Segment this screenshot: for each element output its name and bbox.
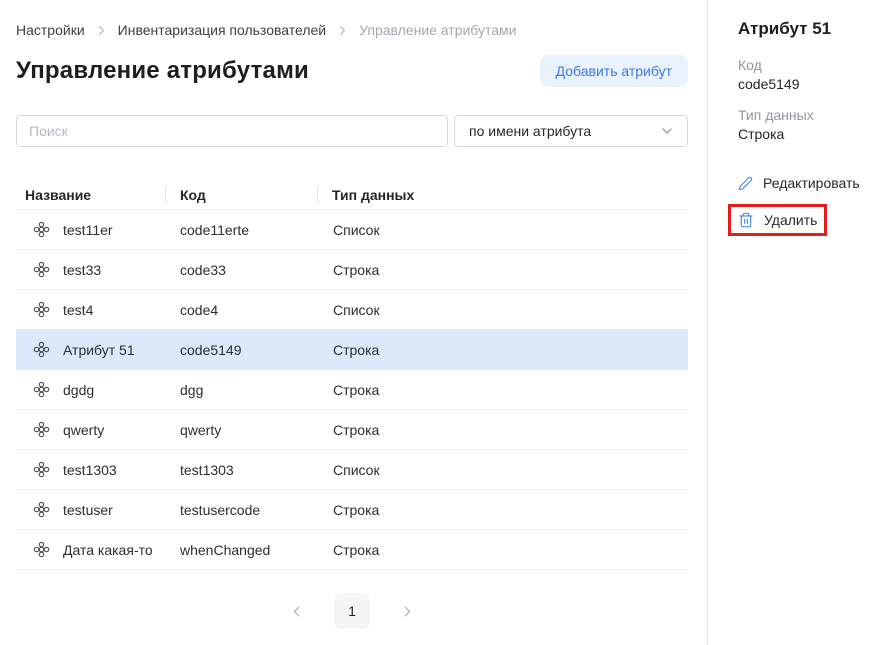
attribute-code-cell: qwerty [165, 422, 317, 438]
column-header-type: Тип данных [317, 180, 688, 209]
attribute-name: test4 [63, 302, 93, 318]
details-field-label-type: Тип данных [738, 107, 867, 123]
table-row[interactable]: testuser testusercode Строка [16, 490, 688, 530]
next-page-button[interactable] [399, 603, 416, 620]
attribute-type-cell: Список [317, 302, 688, 318]
attribute-name-cell: Дата какая-то [16, 541, 165, 558]
attribute-name-cell: test33 [16, 261, 165, 278]
page-header: Управление атрибутами Добавить атрибут [16, 55, 688, 87]
table-row[interactable]: dgdg dgg Строка [16, 370, 688, 410]
details-panel: Атрибут 51 Код code5149 Тип данных Строк… [707, 0, 877, 645]
attribute-type-cell: Список [317, 462, 688, 478]
attribute-name-cell: testuser [16, 501, 165, 518]
attribute-type-cell: Строка [317, 262, 688, 278]
page-title: Управление атрибутами [16, 57, 309, 85]
attributes-table: Название Код Тип данных test11er code11e… [16, 180, 688, 570]
attribute-icon [33, 381, 50, 398]
details-field-value-code: code5149 [738, 76, 867, 92]
attribute-name: Атрибут 51 [63, 342, 135, 358]
attribute-type-cell: Строка [317, 382, 688, 398]
attribute-name: dgdg [63, 382, 94, 398]
attribute-icon [33, 221, 50, 238]
delete-attribute-button[interactable]: Удалить [738, 212, 817, 228]
add-attribute-button[interactable]: Добавить атрибут [540, 55, 688, 87]
table-row[interactable]: test11er code11erte Список [16, 210, 688, 250]
main-content: Настройки Инвентаризация пользователей У… [0, 0, 707, 645]
attribute-type-cell: Строка [317, 342, 688, 358]
attribute-code-cell: dgg [165, 382, 317, 398]
table-row[interactable]: test4 code4 Список [16, 290, 688, 330]
previous-page-button[interactable] [288, 603, 305, 620]
attribute-type-cell: Строка [317, 502, 688, 518]
attribute-code-cell: code11erte [165, 222, 317, 238]
attribute-icon [33, 461, 50, 478]
attribute-name-cell: dgdg [16, 381, 165, 398]
attribute-name: test1303 [63, 462, 117, 478]
attribute-code-cell: test1303 [165, 462, 317, 478]
attribute-type-cell: Строка [317, 542, 688, 558]
table-row[interactable]: Дата какая-то whenChanged Строка [16, 530, 688, 570]
attribute-code-cell: testusercode [165, 502, 317, 518]
details-field-label-code: Код [738, 57, 867, 73]
details-title: Атрибут 51 [738, 19, 867, 39]
attribute-name: Дата какая-то [63, 542, 153, 558]
attribute-code-cell: whenChanged [165, 542, 317, 558]
trash-icon [738, 212, 754, 228]
attribute-name: test33 [63, 262, 101, 278]
chevron-right-icon [94, 23, 109, 38]
pencil-icon [738, 176, 753, 191]
attribute-icon [33, 541, 50, 558]
attribute-name: testuser [63, 502, 113, 518]
annotation-highlight-box: Удалить [728, 204, 827, 236]
attribute-name-cell: qwerty [16, 421, 165, 438]
search-input[interactable] [16, 115, 448, 147]
table-row[interactable]: test1303 test1303 Список [16, 450, 688, 490]
search-filter-select[interactable]: по имени атрибута [454, 115, 688, 147]
attribute-name-cell: test11er [16, 221, 165, 238]
pagination: 1 [16, 593, 688, 629]
attribute-code-cell: code33 [165, 262, 317, 278]
attribute-icon [33, 341, 50, 358]
attribute-code-cell: code4 [165, 302, 317, 318]
breadcrumb: Настройки Инвентаризация пользователей У… [16, 22, 688, 38]
edit-attribute-button[interactable]: Редактировать [738, 175, 867, 191]
attribute-name-cell: Атрибут 51 [16, 341, 165, 358]
breadcrumb-item-settings[interactable]: Настройки [16, 22, 85, 38]
attribute-name-cell: test1303 [16, 461, 165, 478]
table-body: test11er code11erte Список test33 code33… [16, 210, 688, 570]
attribute-code-cell: code5149 [165, 342, 317, 358]
chevron-down-icon [659, 123, 675, 139]
chevron-right-icon [335, 23, 350, 38]
details-actions: Редактировать Удалить [738, 175, 867, 236]
edit-attribute-label: Редактировать [763, 175, 860, 191]
attribute-icon [33, 501, 50, 518]
column-header-code: Код [165, 180, 317, 209]
attribute-name-cell: test4 [16, 301, 165, 318]
search-filter-value: по имени атрибута [469, 123, 591, 139]
table-row[interactable]: Атрибут 51 code5149 Строка [16, 330, 688, 370]
page-number-button[interactable]: 1 [334, 593, 370, 629]
table-row[interactable]: qwerty qwerty Строка [16, 410, 688, 450]
breadcrumb-item-user-inventory[interactable]: Инвентаризация пользователей [118, 22, 326, 38]
attribute-name: qwerty [63, 422, 104, 438]
attribute-name: test11er [63, 222, 113, 238]
column-header-name: Название [16, 180, 165, 209]
attribute-icon [33, 301, 50, 318]
delete-attribute-label: Удалить [764, 212, 817, 228]
attribute-type-cell: Строка [317, 422, 688, 438]
attribute-type-cell: Список [317, 222, 688, 238]
attribute-icon [33, 261, 50, 278]
details-field-value-type: Строка [738, 126, 867, 142]
table-header: Название Код Тип данных [16, 180, 688, 210]
app-window: Настройки Инвентаризация пользователей У… [0, 0, 877, 645]
table-row[interactable]: test33 code33 Строка [16, 250, 688, 290]
attribute-icon [33, 421, 50, 438]
search-bar: по имени атрибута [16, 115, 688, 147]
breadcrumb-item-attribute-management: Управление атрибутами [359, 22, 516, 38]
